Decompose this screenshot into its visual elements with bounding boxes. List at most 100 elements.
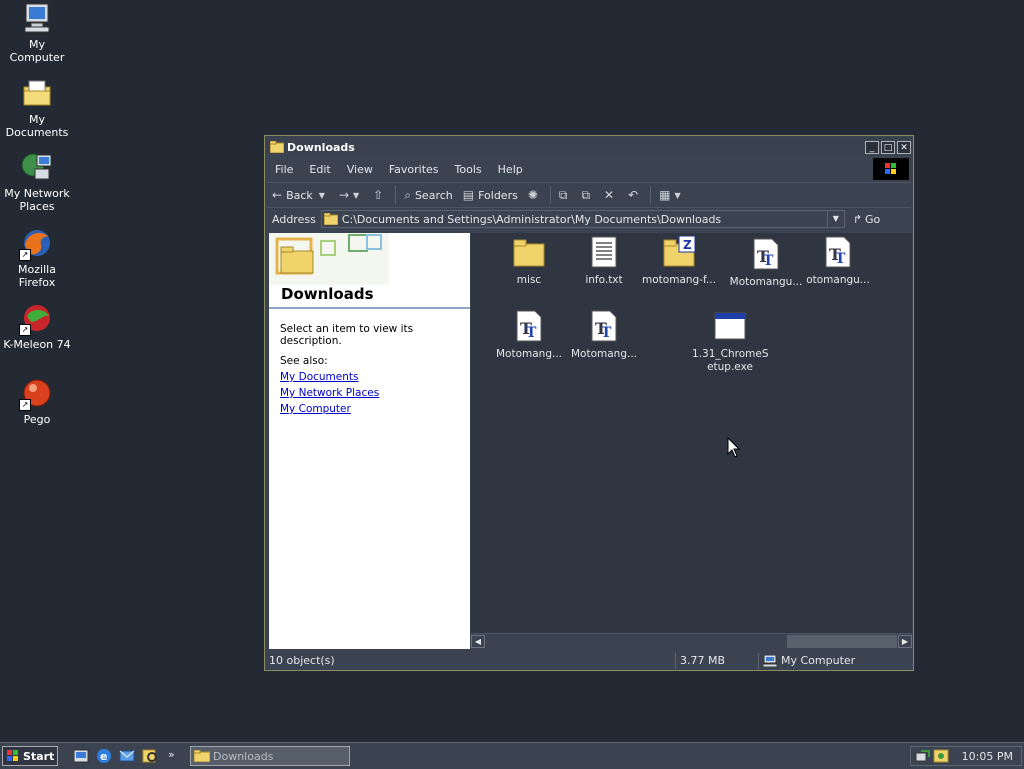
folders-icon: ▤ — [462, 188, 475, 202]
undo-button[interactable]: ↶ — [623, 184, 647, 206]
desktop-icon-label: My Documents — [5, 113, 69, 139]
delete-icon: ✕ — [604, 188, 615, 202]
maximize-button[interactable]: □ — [881, 140, 895, 154]
menu-view[interactable]: View — [339, 163, 381, 176]
svg-text:T: T — [526, 325, 537, 341]
status-size: 3.77 MB — [676, 653, 759, 669]
start-button[interactable]: Start — [2, 746, 58, 766]
outlook-express-icon[interactable] — [118, 747, 136, 765]
mouse-cursor-icon — [727, 437, 741, 458]
status-bar: 10 object(s) 3.77 MB My Computer — [267, 652, 911, 670]
search-button[interactable]: ⌕ Search — [399, 184, 458, 206]
file-item-font-1[interactable]: TT Motomangu... — [728, 238, 804, 289]
network-places-icon — [21, 151, 53, 183]
link-my-network-places[interactable]: My Network Places — [280, 387, 459, 399]
desktop-icon-pego[interactable]: ↗ Pego — [0, 377, 74, 426]
quick-launch-chevron[interactable]: » — [168, 748, 175, 761]
scroll-thumb[interactable] — [787, 635, 897, 648]
forward-button[interactable]: → ▼ — [334, 184, 368, 206]
window-title: Downloads — [287, 140, 355, 154]
menu-help[interactable]: Help — [490, 163, 531, 176]
desktop-icon-my-computer[interactable]: My Computer — [0, 2, 74, 64]
address-input[interactable]: C:\Documents and Settings\Administrator\… — [320, 210, 845, 228]
text-file-icon — [588, 236, 620, 270]
my-computer-icon — [21, 2, 53, 34]
taskbar-button-downloads[interactable]: Downloads — [190, 746, 350, 766]
show-desktop-icon[interactable] — [72, 747, 90, 765]
horizontal-scrollbar[interactable]: ◀ ▶ — [471, 633, 912, 650]
network-tray-icon[interactable] — [915, 749, 931, 763]
address-label: Address — [272, 212, 316, 226]
file-list: misc info.txt Z motomang-f... TT Motoman… — [471, 233, 912, 633]
desktop-icon-k-meleon[interactable]: ↗ K-Meleon 74 — [0, 302, 74, 351]
link-my-computer[interactable]: My Computer — [280, 403, 459, 415]
svg-text:Z: Z — [683, 238, 692, 252]
menu-favorites[interactable]: Favorites — [381, 163, 447, 176]
truetype-font-icon: TT — [588, 310, 620, 344]
shortcut-arrow-icon: ↗ — [19, 249, 31, 261]
pego-icon: ↗ — [19, 377, 53, 411]
menu-edit[interactable]: Edit — [301, 163, 338, 176]
file-item-info-txt[interactable]: info.txt — [566, 236, 642, 287]
file-name: info.txt — [585, 274, 623, 286]
menu-tools[interactable]: Tools — [447, 163, 490, 176]
desktop-icon-firefox[interactable]: ↗ Mozilla Firefox — [0, 227, 74, 289]
clock[interactable]: 10:05 PM — [962, 750, 1013, 763]
windows-logo-icon — [7, 750, 18, 761]
file-item-font-4[interactable]: TT Motomang... — [566, 310, 642, 361]
back-button[interactable]: ← Back ▼ — [267, 184, 334, 206]
address-dropdown-icon[interactable]: ▼ — [826, 211, 844, 227]
scroll-right-icon[interactable]: ▶ — [898, 635, 912, 648]
close-button[interactable]: ✕ — [897, 140, 911, 154]
executable-icon — [714, 310, 746, 344]
file-name: otomangu... — [806, 274, 870, 286]
menu-file[interactable]: File — [267, 163, 301, 176]
copy-to-button[interactable]: ⧉ — [576, 184, 599, 206]
history-icon: ✺ — [527, 188, 538, 202]
file-name: Motomang... — [495, 348, 563, 360]
explorer-window: Downloads _ □ ✕ File Edit View Favorites… — [264, 135, 914, 671]
svg-text:T: T — [763, 253, 774, 269]
file-item-motomang-zip[interactable]: Z motomang-f... — [641, 235, 717, 287]
folder-icon — [513, 236, 545, 270]
file-item-font-3[interactable]: TT Motomang... — [491, 310, 567, 361]
copy-to-icon: ⧉ — [581, 187, 591, 202]
internet-explorer-icon[interactable]: e — [95, 747, 113, 765]
go-arrow-icon: ↱ — [852, 212, 863, 226]
desktop-icon-label: Mozilla Firefox — [18, 263, 56, 289]
toolbar-separator — [650, 186, 652, 204]
forward-arrow-icon: → — [338, 188, 349, 202]
task-pane-title: Downloads — [281, 285, 374, 303]
move-to-button[interactable]: ⧉ — [554, 184, 577, 206]
file-item-misc[interactable]: misc — [491, 236, 567, 287]
title-bar[interactable]: Downloads _ □ ✕ — [267, 138, 911, 156]
file-name: motomang-f... — [642, 274, 716, 286]
desktop-icon-my-documents[interactable]: My Documents — [0, 77, 74, 139]
undo-icon: ↶ — [628, 188, 639, 202]
views-icon: ▦ — [659, 188, 671, 202]
folder-icon — [270, 141, 284, 153]
views-button[interactable]: ▦ ▼ — [654, 184, 690, 206]
shortcut-arrow-icon: ↗ — [19, 399, 31, 411]
go-button[interactable]: ↱ Go — [853, 213, 880, 226]
file-item-chrome-setup[interactable]: 1.31_ChromeS etup.exe — [692, 310, 768, 374]
desktop-icon-network-places[interactable]: My Network Places — [0, 151, 74, 213]
search-files-icon[interactable] — [141, 747, 159, 765]
my-documents-icon — [21, 77, 53, 109]
status-object-count: 10 object(s) — [267, 653, 676, 669]
up-folder-button[interactable]: ⇧ — [368, 184, 392, 206]
folders-button[interactable]: ▤ Folders — [458, 184, 523, 206]
file-item-font-2[interactable]: TT otomangu... — [800, 236, 876, 287]
delete-button[interactable]: ✕ — [599, 184, 623, 206]
link-my-documents[interactable]: My Documents — [280, 371, 459, 383]
up-folder-icon: ⇧ — [373, 188, 384, 202]
scroll-left-icon[interactable]: ◀ — [471, 635, 485, 648]
minimize-button[interactable]: _ — [865, 140, 879, 154]
k-meleon-icon: ↗ — [19, 302, 53, 336]
task-pane-header: Downloads — [269, 233, 470, 309]
security-tray-icon[interactable] — [933, 749, 949, 763]
history-button[interactable]: ✺ — [523, 184, 547, 206]
folder-icon — [323, 213, 338, 225]
address-path: C:\Documents and Settings\Administrator\… — [341, 212, 722, 226]
desktop-icon-label: My Network Places — [4, 187, 70, 213]
